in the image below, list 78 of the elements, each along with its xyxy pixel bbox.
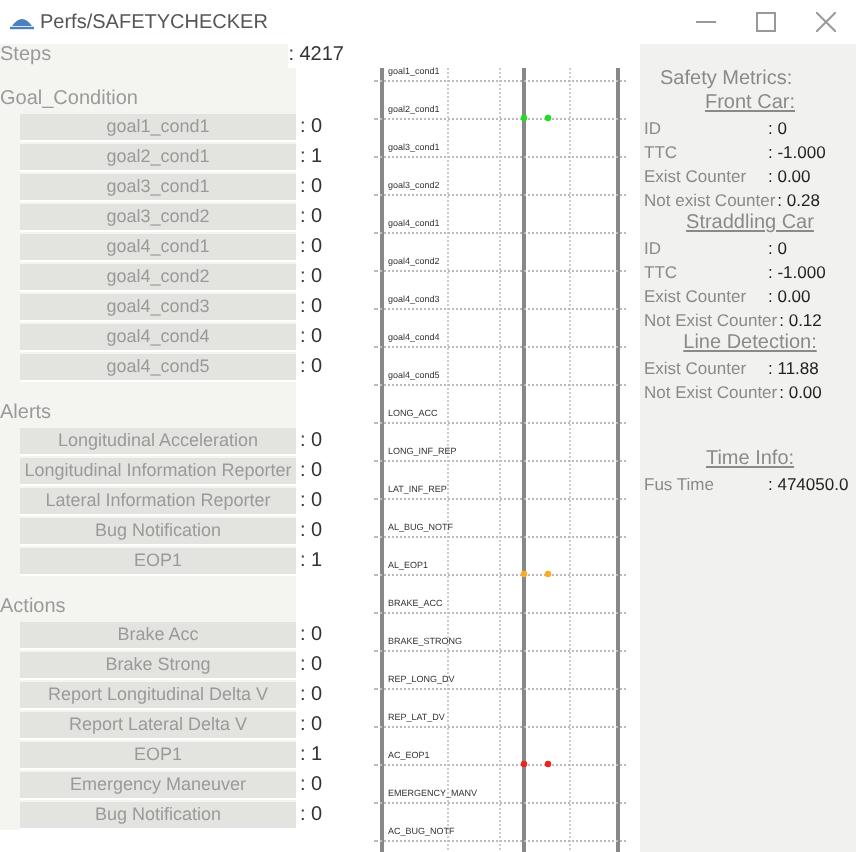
signal-value: : 0 (298, 265, 323, 289)
signal-value: : 0 (298, 295, 323, 319)
signal-button[interactable]: goal4_cond1 (20, 233, 296, 261)
signal-button[interactable]: goal2_cond1 (20, 143, 296, 171)
signal-button[interactable]: Report Lateral Delta V (20, 711, 296, 739)
signal-value: : 0 (298, 519, 323, 543)
metric-value: : 0.00 (768, 164, 811, 188)
signal-value: : 1 (298, 145, 323, 169)
metric-value: : 0.00 (779, 380, 822, 404)
signal-value: : 0 (298, 355, 323, 379)
signal-button[interactable]: Bug Notification (20, 517, 296, 545)
signal-value: : 0 (298, 429, 323, 453)
signal-button[interactable]: Longitudinal Acceleration (20, 427, 296, 455)
signal-value: : 0 (298, 623, 323, 647)
metric-value: : -1.000 (768, 140, 826, 164)
metric-label: TTC (644, 140, 680, 164)
metric-label: ID (644, 116, 663, 140)
section-heading: Line Detection: (683, 332, 817, 356)
metrics-title: Safety Metrics: (658, 68, 795, 92)
group-heading: Actions (0, 596, 66, 620)
signal-button[interactable]: goal4_cond3 (20, 293, 296, 321)
section-heading: Straddling Car (686, 212, 814, 236)
signal-button[interactable]: goal3_cond1 (20, 173, 296, 201)
metric-value: : 474050.0 (768, 472, 849, 496)
metric-label: ID (644, 236, 663, 260)
signal-button[interactable]: goal4_cond2 (20, 263, 296, 291)
group-heading: Alerts (0, 402, 52, 426)
metric-value: : 0 (768, 116, 787, 140)
metric-value: : 0.12 (779, 308, 822, 332)
signal-value: : 0 (298, 489, 323, 513)
window-title: Perfs/SAFETYCHECKER (40, 9, 268, 37)
signal-button[interactable]: EOP1 (20, 547, 296, 575)
metric-label: Fus Time (644, 472, 716, 496)
close-icon (816, 12, 836, 32)
signal-button[interactable]: goal1_cond1 (20, 113, 296, 141)
signal-value: : 0 (298, 683, 323, 707)
signal-button[interactable]: goal4_cond5 (20, 353, 296, 381)
signal-value: : 0 (298, 175, 323, 199)
signal-value: : 0 (298, 653, 323, 677)
signal-button[interactable]: Brake Acc (20, 621, 296, 649)
signal-value: : 0 (298, 773, 323, 797)
signal-value: : 0 (298, 205, 323, 229)
square-icon (756, 12, 776, 32)
signal-button[interactable]: EOP1 (20, 741, 296, 769)
signal-button[interactable]: Lateral Information Reporter (20, 487, 296, 515)
minus-icon (696, 20, 716, 24)
signal-button[interactable]: goal3_cond2 (20, 203, 296, 231)
metric-label: Exist Counter (644, 284, 749, 308)
metric-label: TTC (644, 260, 680, 284)
metric-value: : -1.000 (768, 260, 826, 284)
signal-value: : 0 (298, 713, 323, 737)
signal-button[interactable]: Longitudinal Information Reporter (20, 457, 296, 485)
signal-value: : 0 (298, 325, 323, 349)
signal-value: : 1 (298, 743, 323, 767)
signal-button[interactable]: Bug Notification (20, 801, 296, 829)
signal-button[interactable]: goal4_cond4 (20, 323, 296, 351)
metric-value: : 11.88 (768, 356, 819, 380)
signal-value: : 0 (298, 803, 323, 827)
steps-label: Steps (0, 44, 289, 68)
signal-value: : 0 (298, 115, 323, 139)
metric-value: : 0 (768, 236, 787, 260)
signal-value: : 0 (298, 459, 323, 483)
metric-label: Not exist Counter (644, 188, 778, 212)
metric-label: Exist Counter (644, 356, 749, 380)
metric-label: Exist Counter (644, 164, 749, 188)
group-heading: Goal_Condition (0, 88, 138, 112)
section-heading: Front Car: (704, 92, 795, 116)
signal-button[interactable]: Emergency Maneuver (20, 771, 296, 799)
signal-value: : 0 (298, 235, 323, 259)
signal-value: : 1 (298, 549, 323, 573)
metric-label: Not Exist Counter (644, 380, 780, 404)
metric-value: : 0.28 (777, 188, 820, 212)
section-heading: Time Info: (705, 448, 795, 472)
metric-label: Not Exist Counter (644, 308, 780, 332)
signal-button[interactable]: Report Longitudinal Delta V (20, 681, 296, 709)
metric-value: : 0.00 (768, 284, 811, 308)
steps-value: : 4217 (288, 44, 344, 68)
signal-button[interactable]: Brake Strong (20, 651, 296, 679)
